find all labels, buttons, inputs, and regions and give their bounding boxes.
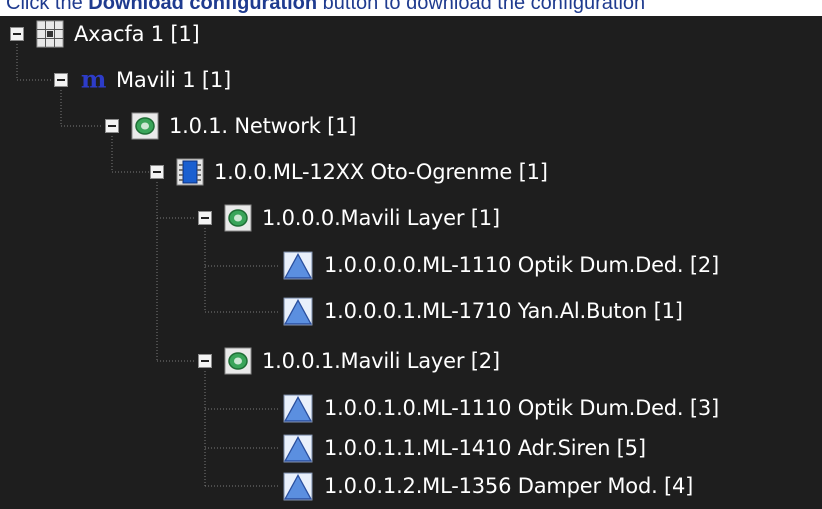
tree-node-ml-12xx[interactable]: 1.0.0.ML-12XX Oto-Ogrenme [1] — [150, 149, 548, 195]
mavili-logo-icon: m — [81, 66, 106, 93]
project-tree: Axacfa 1 [1] m Mavili 1 [1] 1.0.1. Netwo… — [0, 16, 822, 501]
tree-node-device[interactable]: 1.0.0.0.1.ML-1710 Yan.Al.Buton [1] — [282, 288, 683, 334]
network-icon — [131, 112, 159, 140]
collapse-toggle[interactable] — [150, 165, 164, 179]
instruction-text-after: button to download the configuration — [317, 0, 646, 14]
device-triangle-icon — [283, 251, 313, 280]
tree-node-label: 1.0.0.0.0.ML-1110 Optik Dum.Ded. [2] — [324, 253, 720, 277]
panel-grid-icon — [36, 20, 64, 48]
tree-node-label: 1.0.0.ML-12XX Oto-Ogrenme [1] — [214, 160, 548, 184]
tree-node-network[interactable]: 1.0.1. Network [1] — [105, 103, 356, 149]
collapse-toggle[interactable] — [198, 211, 212, 225]
network-icon — [224, 347, 252, 375]
tree-node-mavili-layer-2[interactable]: 1.0.0.1.Mavili Layer [2] — [198, 338, 500, 384]
network-icon — [224, 204, 252, 232]
tree-node-label: 1.0.0.0.1.ML-1710 Yan.Al.Buton [1] — [324, 299, 683, 323]
collapse-toggle[interactable] — [198, 354, 212, 368]
tree-node-label: Mavili 1 [1] — [116, 68, 231, 92]
tree-node-device[interactable]: 1.0.0.0.0.ML-1110 Optik Dum.Ded. [2] — [282, 242, 719, 288]
svg-text:m: m — [81, 66, 106, 93]
tree-node-label: 1.0.0.1.2.ML-1356 Damper Mod. [4] — [324, 474, 694, 498]
device-triangle-icon — [283, 297, 313, 326]
tree-node-label: 1.0.1. Network [1] — [169, 114, 357, 138]
device-triangle-icon — [283, 434, 313, 463]
collapse-toggle[interactable] — [105, 119, 119, 133]
chip-icon — [176, 158, 204, 186]
collapse-toggle[interactable] — [10, 27, 24, 41]
tree-node-label: 1.0.0.0.Mavili Layer [1] — [262, 206, 500, 230]
tree-node-mavili-layer-1[interactable]: 1.0.0.0.Mavili Layer [1] — [198, 195, 500, 241]
tree-node-label: 1.0.0.1.1.ML-1410 Adr.Siren [5] — [324, 436, 646, 460]
tree-node-device[interactable]: 1.0.0.1.2.ML-1356 Damper Mod. [4] — [282, 463, 693, 509]
tree-node-mavili[interactable]: m Mavili 1 [1] — [54, 57, 231, 103]
device-triangle-icon — [283, 394, 313, 423]
collapse-toggle[interactable] — [54, 73, 68, 87]
tree-node-label: 1.0.0.1.0.ML-1110 Optik Dum.Ded. [3] — [324, 396, 720, 420]
tree-node-label: Axacfa 1 [1] — [74, 22, 200, 46]
tree-node-axacfa[interactable]: Axacfa 1 [1] — [10, 11, 200, 57]
tree-node-label: 1.0.0.1.Mavili Layer [2] — [262, 349, 500, 373]
